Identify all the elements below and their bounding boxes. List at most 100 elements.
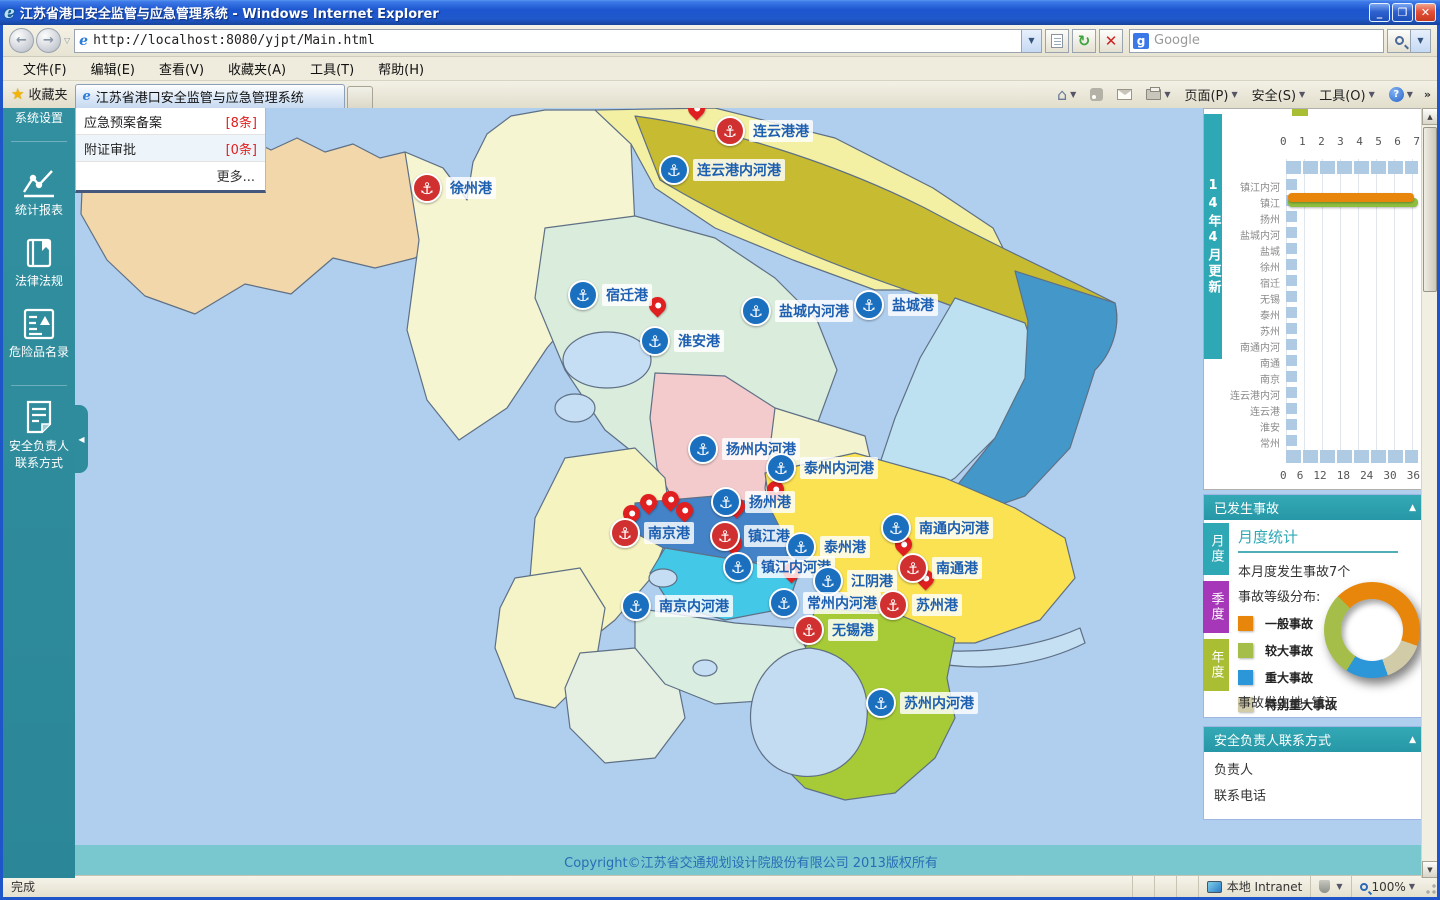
help-button[interactable]: ?▼ <box>1389 87 1413 102</box>
bottom-tick: 6 <box>1297 469 1304 482</box>
port-marker-无锡港[interactable]: ⚓无锡港 <box>794 615 878 645</box>
feeds-button[interactable] <box>1090 88 1103 101</box>
menu-item-2[interactable]: 查看(V) <box>147 56 216 81</box>
bottom-tick: 36 <box>1407 469 1420 482</box>
contact-panel-header[interactable]: 安全负责人联系方式 ▲ <box>1204 727 1426 752</box>
bottom-tick: 12 <box>1313 469 1326 482</box>
close-button[interactable]: ✕ <box>1415 3 1436 22</box>
port-marker-宿迁港[interactable]: ⚓宿迁港 <box>568 280 652 310</box>
home-button[interactable]: ⌂▼ <box>1057 85 1076 104</box>
search-button[interactable] <box>1387 29 1411 53</box>
restore-button[interactable]: ❐ <box>1392 3 1413 22</box>
port-label: 扬州港 <box>745 491 795 513</box>
port-marker-连云港港[interactable]: ⚓连云港港 <box>715 116 813 146</box>
port-marker-盐城港[interactable]: ⚓盐城港 <box>854 290 938 320</box>
quick-row-cert-approval[interactable]: 附证审批 [0条] <box>76 135 265 162</box>
top-tick: 3 <box>1337 135 1344 148</box>
port-marker-南京港[interactable]: ⚓南京港 <box>610 518 694 548</box>
safety-contact-panel: 安全负责人联系方式 ▲ 负责人 联系电话 <box>1203 726 1427 820</box>
refresh-button[interactable]: ↻ <box>1072 29 1096 53</box>
port-marker-盐城内河港[interactable]: ⚓盐城内河港 <box>741 296 853 326</box>
triangle-up-icon[interactable]: ▲ <box>1409 735 1416 745</box>
print-button[interactable]: ▼ <box>1146 89 1170 100</box>
port-marker-常州内河港[interactable]: ⚓常州内河港 <box>769 588 881 618</box>
search-options-dropdown[interactable]: ▼ <box>1411 29 1431 53</box>
menu-item-3[interactable]: 收藏夹(A) <box>216 56 298 81</box>
scroll-down-button[interactable]: ▼ <box>1422 861 1437 878</box>
port-marker-苏州内河港[interactable]: ⚓苏州内河港 <box>866 688 978 718</box>
chart-row-镇江: 镇江 <box>1204 193 1428 209</box>
menu-item-5[interactable]: 帮助(H) <box>366 56 436 81</box>
chart-row-泰州: 泰州 <box>1204 305 1428 321</box>
sidebar-collapse-handle[interactable]: ◀ <box>75 405 88 473</box>
anchor-icon: ⚓ <box>711 487 741 517</box>
scrollbar-thumb[interactable] <box>1423 127 1437 292</box>
accidents-panel-header[interactable]: 已发生事故 ▲ <box>1204 495 1426 520</box>
sidebar-item-safety-contact[interactable]: 安全负责人联系方式 <box>3 400 75 472</box>
anchor-icon: ⚓ <box>715 116 745 146</box>
port-label: 无锡港 <box>828 619 878 641</box>
quick-row-emergency-plan[interactable]: 应急预案备案 [8条] <box>76 108 265 135</box>
port-marker-淮安港[interactable]: ⚓淮安港 <box>640 326 724 356</box>
sidebar-item-laws[interactable]: 法律法规 <box>3 237 75 290</box>
tab-月度[interactable]: 月度 <box>1203 523 1229 575</box>
port-marker-南京内河港[interactable]: ⚓南京内河港 <box>621 591 733 621</box>
url-text[interactable]: http://localhost:8080/yjpt/Main.html <box>93 33 375 48</box>
port-marker-苏州港[interactable]: ⚓苏州港 <box>878 590 962 620</box>
url-field[interactable]: e http://localhost:8080/yjpt/Main.html <box>74 29 1022 53</box>
forward-button[interactable]: → <box>36 28 61 53</box>
sidebar-item-stats[interactable]: 统计报表 <box>3 168 75 219</box>
command-item-2[interactable]: 工具(O)▼ <box>1319 85 1375 104</box>
port-marker-镇江港[interactable]: ⚓镇江港 <box>710 521 794 551</box>
dropdown-icon: ▼ <box>1409 882 1415 891</box>
status-cell <box>1154 876 1176 897</box>
menu-item-1[interactable]: 编辑(E) <box>79 56 147 81</box>
favorites-button[interactable]: ★ 收藏夹 <box>3 80 75 108</box>
baseline-square <box>1286 403 1297 414</box>
port-label: 连云港港 <box>749 120 813 142</box>
port-marker-泰州内河港[interactable]: ⚓泰州内河港 <box>766 453 878 483</box>
more-link[interactable]: 更多... <box>76 162 265 190</box>
overflow-chevron-icon[interactable]: » <box>1424 88 1431 101</box>
command-item-0[interactable]: 页面(P)▼ <box>1184 85 1237 104</box>
period-tabs: 月度季度年度 <box>1203 523 1229 697</box>
vertical-scrollbar[interactable]: ▲ ▼ <box>1421 108 1437 878</box>
address-dropdown-button[interactable]: ▼ <box>1022 29 1042 53</box>
menu-item-4[interactable]: 工具(T) <box>298 56 366 81</box>
anchor-icon: ⚓ <box>688 434 718 464</box>
active-tab[interactable]: e 江苏省港口安全监管与应急管理系统 <box>75 84 345 108</box>
scroll-up-button[interactable]: ▲ <box>1422 108 1437 125</box>
mail-button[interactable] <box>1117 89 1132 100</box>
menu-item-0[interactable]: 文件(F) <box>11 56 79 81</box>
history-dropdown-icon[interactable]: ▽ <box>64 36 70 45</box>
back-button[interactable]: ← <box>9 28 34 53</box>
bottom-tick: 0 <box>1280 469 1287 482</box>
bottom-tick: 24 <box>1360 469 1373 482</box>
port-marker-南通内河港[interactable]: ⚓南通内河港 <box>881 513 993 543</box>
compatibility-view-button[interactable] <box>1045 29 1069 53</box>
port-marker-连云港内河港[interactable]: ⚓连云港内河港 <box>659 155 785 185</box>
top-axis-ticks: 01234567 <box>1280 135 1420 148</box>
sidebar-item-hazmat[interactable]: 危险品名录 <box>3 308 75 361</box>
port-label: 南通港 <box>932 557 982 579</box>
port-marker-南通港[interactable]: ⚓南通港 <box>898 553 982 583</box>
new-tab-stub[interactable] <box>347 86 373 108</box>
category-label: 南通内河 <box>1240 339 1280 354</box>
port-marker-扬州港[interactable]: ⚓扬州港 <box>711 487 795 517</box>
search-box[interactable]: g <box>1129 29 1384 53</box>
minimize-button[interactable]: _ <box>1369 3 1390 22</box>
tab-年度[interactable]: 年度 <box>1203 639 1229 691</box>
stop-button[interactable]: ✕ <box>1099 29 1123 53</box>
tab-季度[interactable]: 季度 <box>1203 581 1229 633</box>
command-item-1[interactable]: 安全(S)▼ <box>1252 85 1306 104</box>
resize-grip[interactable] <box>1423 876 1437 897</box>
stop-icon: ✕ <box>1105 32 1118 50</box>
port-marker-徐州港[interactable]: ⚓徐州港 <box>412 173 496 203</box>
zoom-cell[interactable]: 100% ▼ <box>1351 876 1423 897</box>
smartscreen-cell[interactable]: ▼ <box>1310 876 1350 897</box>
status-text: 完成 <box>3 878 1132 895</box>
search-input[interactable] <box>1154 33 1380 48</box>
axis-band-top <box>1286 161 1418 174</box>
sidebar-item-system-settings[interactable]: 系统设置 <box>3 110 75 127</box>
triangle-up-icon[interactable]: ▲ <box>1409 503 1416 513</box>
